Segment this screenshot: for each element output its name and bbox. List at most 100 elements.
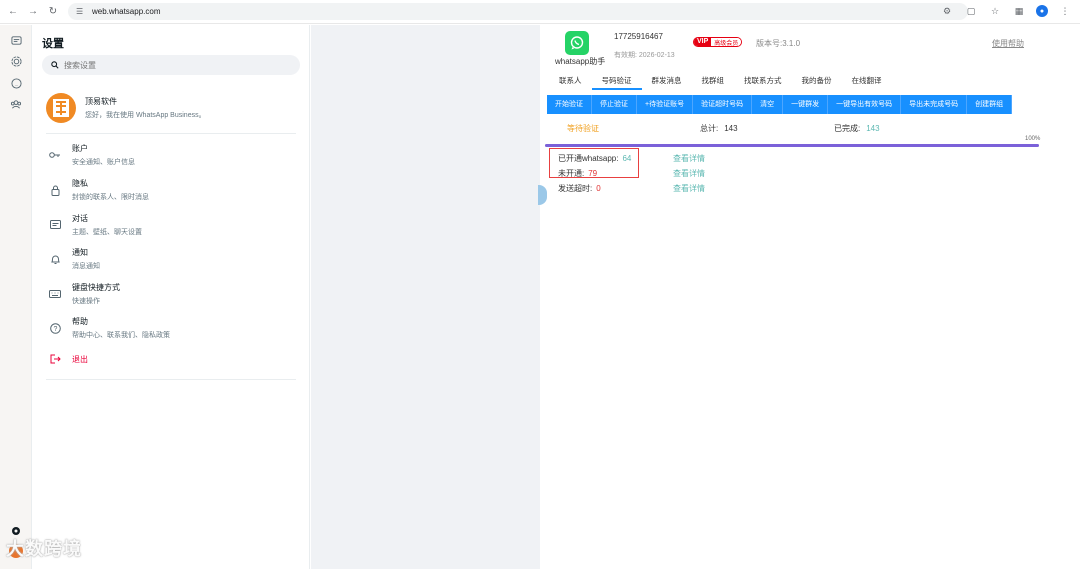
not-opened-value: 79 <box>588 169 598 178</box>
mass-send-button[interactable]: 一键群发 <box>783 95 829 114</box>
opened-value: 64 <box>622 154 632 163</box>
version-label: 版本号:3.1.0 <box>756 39 801 48</box>
export-unfinished-button[interactable]: 导出未完成号码 <box>901 95 968 114</box>
create-group-button[interactable]: 创建群组 <box>967 95 1013 114</box>
tab-find-contacts[interactable]: 找联系方式 <box>734 72 792 90</box>
status-icon[interactable] <box>9 54 23 68</box>
menu-item-title: 键盘快捷方式 <box>72 283 120 292</box>
start-verify-button[interactable]: 开始验证 <box>547 95 592 114</box>
reload-icon[interactable]: ↻ <box>46 5 60 19</box>
whatsapp-logo-icon <box>565 31 589 55</box>
communities-icon[interactable] <box>9 97 23 111</box>
forward-icon[interactable]: → <box>26 5 40 19</box>
timeout-detail-link[interactable]: 查看详情 <box>673 183 705 194</box>
total-count: 总计: 143 <box>700 123 738 134</box>
menu-item-title: 隐私 <box>72 179 88 188</box>
key-icon[interactable]: ⚙ <box>940 4 954 18</box>
whatsapp-helper-panel: whatsapp助手 17725916467 有效期: 2026-02-13 V… <box>541 25 1080 569</box>
menu-item-keyboard-shortcuts[interactable]: 键盘快捷方式 快速操作 <box>46 281 296 307</box>
install-icon[interactable]: ▢ <box>964 4 978 18</box>
settings-search[interactable] <box>42 55 300 75</box>
tab-number-verify[interactable]: 号码验证 <box>591 72 642 90</box>
opened-detail-link[interactable]: 查看详情 <box>673 153 705 164</box>
help-link[interactable]: 使用帮助 <box>992 38 1024 49</box>
key-icon <box>48 148 62 162</box>
settings-panel: 设置 顶易软件 您好，我在使用 WhatsApp Business。 账户安全通… <box>32 25 310 569</box>
not-opened-detail-link[interactable]: 查看详情 <box>673 168 705 179</box>
chats-icon[interactable] <box>9 33 23 47</box>
nav-rail: ... <box>0 25 32 569</box>
logout-label: 退出 <box>72 354 88 364</box>
watermark: 大数跨境 <box>6 539 82 559</box>
helper-tabs: 联系人 号码验证 群发消息 找群组 找联系方式 我的备份 在线翻译 <box>549 72 892 92</box>
menu-item-title: 对话 <box>72 214 88 223</box>
total-value: 143 <box>724 124 738 133</box>
vip-tag: VIP <box>694 38 712 46</box>
settings-title: 设置 <box>42 38 64 50</box>
menu-item-subtitle: 消息通知 <box>72 263 100 270</box>
expire-date: 有效期: 2026-02-13 <box>614 52 675 59</box>
tab-online-translate[interactable]: 在线翻译 <box>842 72 892 90</box>
timeout-row: 发送超时: 0 <box>558 183 601 194</box>
tab-find-groups[interactable]: 找群组 <box>692 72 735 90</box>
menu-item-subtitle: 快速操作 <box>72 298 100 305</box>
tab-my-backup[interactable]: 我的备份 <box>792 72 842 90</box>
profile-picture <box>46 93 76 123</box>
search-icon <box>51 61 59 69</box>
profile-avatar-icon[interactable]: ● <box>1036 5 1048 17</box>
clear-button[interactable]: 清空 <box>752 95 784 114</box>
bell-icon <box>48 252 62 266</box>
menu-item-title: 通知 <box>72 248 88 257</box>
menu-item-title: 账户 <box>72 144 88 153</box>
verify-status: 等待验证 <box>567 124 599 133</box>
lock-icon <box>48 183 62 197</box>
opened-label: 已开通whatsapp: <box>558 154 619 163</box>
account-phone: 17725916467 <box>614 32 663 41</box>
tab-contacts[interactable]: 联系人 <box>549 72 592 90</box>
opened-row: 已开通whatsapp: 64 <box>558 153 631 164</box>
divider <box>46 379 296 380</box>
bookmark-star-icon[interactable]: ☆ <box>988 4 1002 18</box>
menu-item-subtitle: 安全通知、账户信息 <box>72 159 135 166</box>
back-icon[interactable]: ← <box>6 5 20 19</box>
browser-toolbar: ← → ↻ ☰ web.whatsapp.com ⚙ ▢ ☆ ▦ ● ⋮ <box>0 0 1080 24</box>
profile-name: 顶易软件 <box>85 97 117 106</box>
extensions-icon[interactable]: ▦ <box>1012 4 1026 18</box>
svg-text:...: ... <box>14 81 18 86</box>
not-opened-label: 未开通: <box>558 169 585 178</box>
chat-icon <box>48 218 62 232</box>
timeout-numbers-button[interactable]: 验证超时号码 <box>693 95 753 114</box>
menu-item-logout[interactable]: 退出 <box>46 346 296 372</box>
export-valid-button[interactable]: 一键导出有效号码 <box>828 95 902 114</box>
menu-item-subtitle: 封锁的联系人、限时消息 <box>72 194 149 201</box>
menu-dots-icon[interactable]: ⋮ <box>1058 4 1072 18</box>
menu-item-privacy[interactable]: 隐私封锁的联系人、限时消息 <box>46 177 296 203</box>
app-name: whatsapp助手 <box>555 57 606 66</box>
not-opened-row: 未开通: 79 <box>558 168 597 179</box>
site-info-icon[interactable]: ☰ <box>76 7 88 16</box>
channels-icon[interactable]: ... <box>9 76 23 90</box>
stop-verify-button[interactable]: 停止验证 <box>592 95 637 114</box>
address-bar[interactable]: ☰ web.whatsapp.com <box>68 3 968 20</box>
add-pending-button[interactable]: +待验证账号 <box>637 95 694 114</box>
progress-bar <box>545 144 1039 147</box>
total-label: 总计: <box>700 124 719 133</box>
tab-mass-message[interactable]: 群发消息 <box>642 72 692 90</box>
done-count: 已完成: 143 <box>834 123 880 134</box>
svg-text:?: ? <box>53 326 57 333</box>
help-icon: ? <box>48 321 62 335</box>
menu-item-account[interactable]: 账户安全通知、账户信息 <box>46 142 296 168</box>
logout-icon <box>48 352 62 366</box>
search-input[interactable] <box>64 60 264 70</box>
menu-item-notifications[interactable]: 通知 消息通知 <box>46 246 296 272</box>
vip-badge: VIP 高级会员 <box>693 37 743 47</box>
timeout-value: 0 <box>596 184 601 193</box>
profile-card[interactable]: 顶易软件 您好，我在使用 WhatsApp Business。 <box>46 92 296 124</box>
progress-label: 100% <box>1025 136 1041 142</box>
done-value: 143 <box>866 124 880 133</box>
timeout-label: 发送超时: <box>558 184 593 193</box>
menu-item-help[interactable]: ? 帮助 帮助中心、联系我们、隐私政策 <box>46 315 296 341</box>
profile-status: 您好，我在使用 WhatsApp Business。 <box>85 112 206 119</box>
menu-item-chats[interactable]: 对话主题、壁纸、聊天设置 <box>46 212 296 238</box>
menu-item-subtitle: 主题、壁纸、聊天设置 <box>72 229 142 236</box>
